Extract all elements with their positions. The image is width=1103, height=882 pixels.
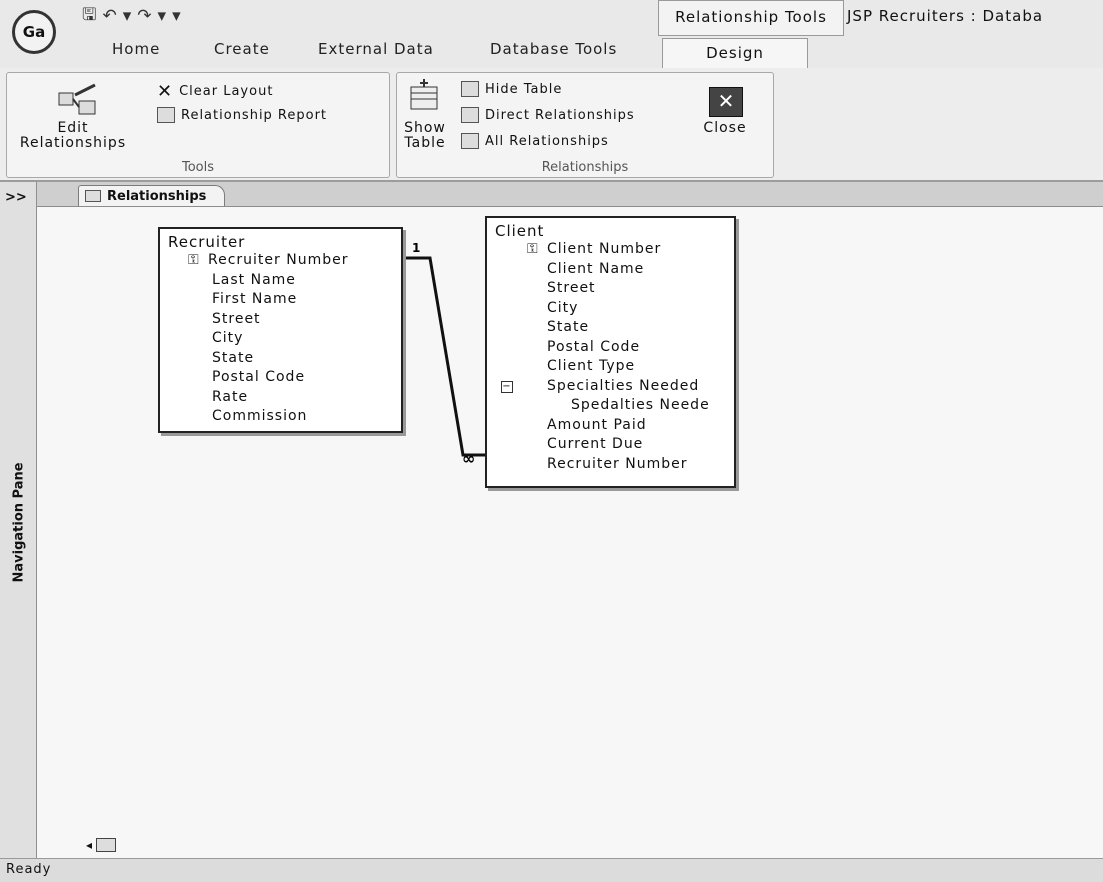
field-list-item[interactable]: Recruiter Number [487,455,734,475]
field-list-item[interactable]: Spedalties Neede [487,396,734,416]
field-name: Recruiter Number [208,252,349,268]
horizontal-scrollbar[interactable]: ◂ [86,836,126,854]
field-list-item[interactable]: − Specialties Needed [487,377,734,397]
field-list-item[interactable]: Amount Paid [487,416,734,436]
client-table[interactable]: Client ⚿ Client Number Client Name Street… [485,216,736,488]
field-list-item[interactable]: Postal Code [160,368,401,388]
recruiter-table[interactable]: Recruiter ⚿ Recruiter Number Last Name Fi… [158,227,403,433]
field-list-item[interactable]: Current Due [487,435,734,455]
field-list-item[interactable]: ⚿ Client Number [487,240,734,260]
field-name: Client Name [547,260,645,277]
recruiter-field-list: ⚿ Recruiter Number Last Name First Name S… [160,251,401,427]
field-name: State [547,319,590,335]
field-name: State [212,349,255,366]
field-list-item[interactable]: State [487,318,734,338]
collapse-icon[interactable]: − [501,380,513,393]
primary-key-icon: ⚿ [188,252,200,268]
client-table-title: Client [495,222,545,240]
status-bar [0,858,1103,882]
field-name: Recruiter Number [547,455,688,472]
field-list-item[interactable]: Client Name [487,260,734,280]
field-list-item[interactable]: Postal Code [487,338,734,358]
field-name: Last Name [212,271,296,288]
field-name: Postal Code [547,338,641,355]
field-name: Specialties Needed [547,377,700,394]
field-list-item[interactable]: City [160,329,401,349]
client-field-list: ⚿ Client Number Client Name Street City S… [487,240,734,474]
primary-key-icon: ⚿ [527,241,539,257]
recruiter-table-title: Recruiter [168,233,246,251]
field-list-item[interactable]: Client Type [487,357,734,377]
field-list-item[interactable]: Last Name [160,271,401,291]
field-list-item[interactable]: Rate [160,388,401,408]
field-name: Street [547,280,596,296]
field-name: Street [212,310,261,327]
field-list-item[interactable]: Street [160,310,401,330]
field-name: City [547,299,579,316]
status-text: Ready [6,862,52,877]
field-name: Postal Code [212,369,306,385]
scroll-left-icon[interactable]: ◂ [86,838,92,852]
field-name: Client Number [547,241,662,257]
field-list-item[interactable]: Street [487,279,734,299]
many-side-label: ∞ [462,449,475,468]
field-list-item[interactable]: State [160,349,401,369]
field-name: Amount Paid [547,416,647,433]
field-name: Client Type [547,358,636,374]
field-name: Current Due [547,436,644,452]
field-list-item[interactable]: Commission [160,407,401,427]
field-name: Commission [212,408,308,424]
field-name: Spedalties Neede [571,397,710,413]
scroll-thumb[interactable] [96,838,117,852]
field-name: First Name [212,291,298,307]
field-name: City [212,330,244,346]
one-side-label: 1 [412,241,420,255]
field-list-item[interactable]: First Name [160,290,401,310]
field-list-item[interactable]: City [487,299,734,319]
field-list-item[interactable]: ⚿ Recruiter Number [160,251,401,271]
field-name: Rate [212,388,249,405]
